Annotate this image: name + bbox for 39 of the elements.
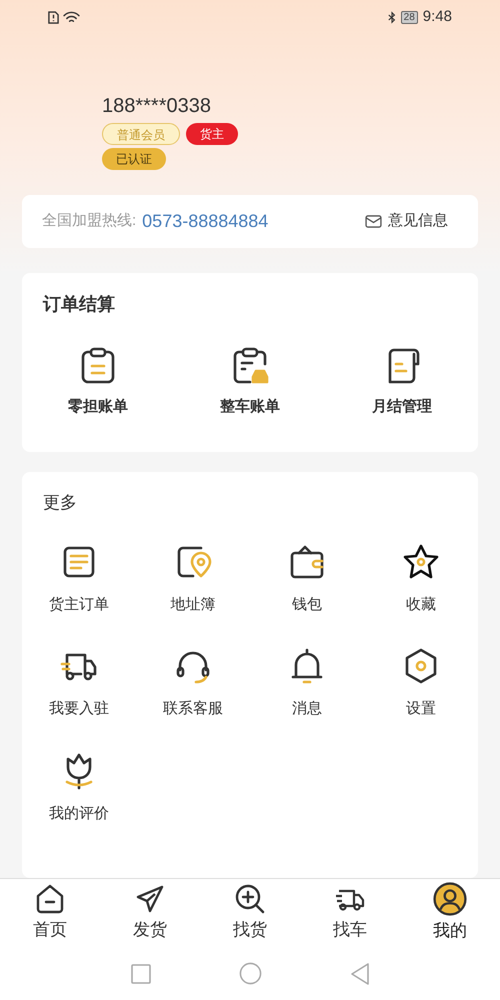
star-icon: [401, 542, 441, 582]
profile-icon: [433, 882, 467, 916]
sim-alert-icon: [48, 10, 59, 24]
menu-item[interactable]: 货主订单: [22, 542, 136, 616]
menu-item[interactable]: 联系客服: [136, 646, 250, 720]
phone-number: 188****0338: [102, 94, 212, 119]
menu-item[interactable]: 月结管理: [326, 346, 478, 418]
tab[interactable]: 找货: [200, 879, 300, 946]
menu-item[interactable]: 整车账单: [174, 346, 326, 418]
tag: 普通会员: [102, 123, 180, 145]
menu-item[interactable]: 我的评价: [22, 750, 136, 825]
mail-icon: [365, 215, 382, 228]
wifi-icon: [63, 10, 80, 24]
search-icon: [234, 882, 266, 915]
menu-item[interactable]: 钱包: [250, 542, 364, 616]
home-icon: [34, 882, 66, 915]
hotline-label: 全国加盟热线:: [42, 211, 136, 232]
tag: 货主: [186, 123, 238, 145]
menu-item[interactable]: 零担账单: [22, 346, 174, 418]
section-title: 订单结算: [43, 293, 116, 316]
bluetooth-icon: [388, 10, 396, 24]
hotline-number[interactable]: 0573-88884884: [142, 208, 268, 235]
tab[interactable]: 首页: [0, 879, 100, 946]
status-time: 9:48: [422, 6, 452, 27]
tag: 已认证: [102, 148, 166, 170]
recent-apps-icon[interactable]: [130, 964, 150, 984]
menu-item[interactable]: 收藏: [364, 542, 478, 616]
tab[interactable]: 发货: [100, 879, 200, 946]
back-icon[interactable]: [350, 962, 370, 984]
menu-item[interactable]: 我要入驻: [22, 646, 136, 720]
section-title: 更多: [43, 492, 78, 514]
tab[interactable]: 找车: [300, 879, 400, 946]
menu-item[interactable]: 地址簿: [136, 542, 250, 616]
home-button-icon[interactable]: [238, 962, 262, 985]
menu-item[interactable]: 设置: [364, 646, 478, 720]
menu-item[interactable]: 消息: [250, 646, 364, 720]
battery-level: 28: [400, 10, 418, 24]
feedback-button[interactable]: 意见信息: [365, 210, 448, 233]
tab[interactable]: 我的: [400, 879, 500, 946]
